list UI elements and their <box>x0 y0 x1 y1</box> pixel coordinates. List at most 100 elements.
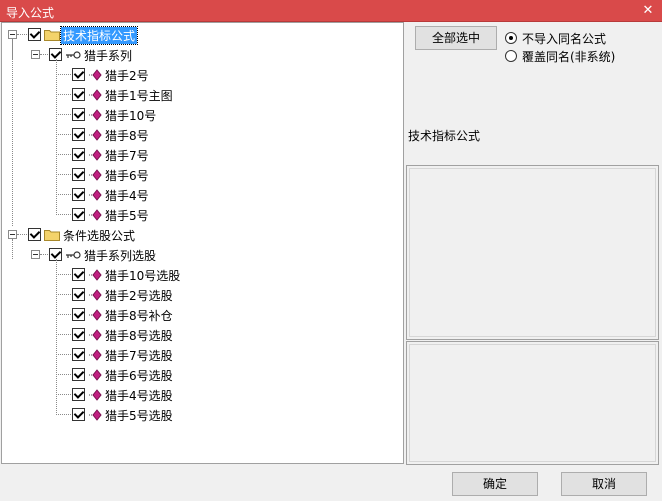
title-bar: 导入公式 ✕ <box>0 0 662 22</box>
tree-group[interactable]: 技术指标公式 <box>2 26 402 46</box>
checkbox[interactable] <box>72 368 85 381</box>
tree-item-label: 猎手10号选股 <box>105 269 181 283</box>
tree-connector <box>40 254 48 256</box>
formula-diamond-icon <box>88 309 102 321</box>
checkbox[interactable] <box>72 308 85 321</box>
radio-button[interactable] <box>505 32 517 44</box>
formula-diamond-icon <box>88 289 102 301</box>
checkbox[interactable] <box>72 208 85 221</box>
collapse-minus-icon[interactable] <box>31 250 40 259</box>
formula-diamond-icon <box>88 89 102 101</box>
tree-item-label: 猎手4号 <box>105 189 149 203</box>
radio-option-skip-duplicates[interactable]: 不导入同名公式 <box>505 30 645 46</box>
description-panel-inner <box>409 168 656 337</box>
folder-icon <box>44 229 60 241</box>
tree-group-label: 技术指标公式 <box>59 26 139 45</box>
tree-connector <box>56 214 71 216</box>
tree-item[interactable]: 猎手8号补仓 <box>2 306 402 326</box>
tree-item[interactable]: 猎手6号 <box>2 166 402 186</box>
radio-option-overwrite[interactable]: 覆盖同名(非系统) <box>505 48 645 64</box>
key-series-icon <box>65 49 81 61</box>
collapse-minus-icon[interactable] <box>31 50 40 59</box>
checkbox[interactable] <box>72 108 85 121</box>
tree-item[interactable]: 猎手6号选股 <box>2 366 402 386</box>
tree-connector <box>56 194 71 196</box>
tree-group[interactable]: 条件选股公式 <box>2 226 402 246</box>
formula-info-label: 技术指标公式 <box>408 129 481 143</box>
tree-item[interactable]: 猎手5号 <box>2 206 402 226</box>
tree-item-label: 猎手8号 <box>105 129 149 143</box>
tree-item[interactable]: 猎手4号选股 <box>2 386 402 406</box>
formula-diamond-icon <box>88 169 102 181</box>
checkbox[interactable] <box>28 228 41 241</box>
tree-item[interactable]: 猎手2号 <box>2 66 402 86</box>
checkbox[interactable] <box>72 148 85 161</box>
tree-connector <box>56 394 71 396</box>
tree-subgroup[interactable]: 猎手系列选股 <box>2 246 402 266</box>
checkbox[interactable] <box>72 188 85 201</box>
tree-connector <box>56 74 71 76</box>
tree-connector <box>56 334 71 336</box>
cancel-button[interactable]: 取消 <box>561 472 647 496</box>
radio-button[interactable] <box>505 50 517 62</box>
tree-item[interactable]: 猎手8号选股 <box>2 326 402 346</box>
tree-item-label: 猎手8号选股 <box>105 329 173 343</box>
tree-item-label: 猎手6号选股 <box>105 369 173 383</box>
formula-diamond-icon <box>88 69 102 81</box>
select-all-button[interactable]: 全部选中 <box>415 26 497 50</box>
checkbox[interactable] <box>72 348 85 361</box>
radio-label: 覆盖同名(非系统) <box>522 50 616 64</box>
tree-item-label: 猎手5号选股 <box>105 409 173 423</box>
tree-connector <box>56 154 71 156</box>
checkbox[interactable] <box>72 128 85 141</box>
formula-diamond-icon <box>88 129 102 141</box>
tree-connector <box>56 174 71 176</box>
tree-item[interactable]: 猎手10号选股 <box>2 266 402 286</box>
formula-tree[interactable]: 技术指标公式猎手系列猎手2号 猎手1号主图猎手10号猎手8号猎手7号猎手6号猎手4… <box>1 22 404 464</box>
checkbox[interactable] <box>72 68 85 81</box>
description-panel <box>406 165 659 340</box>
collapse-minus-icon[interactable] <box>8 30 17 39</box>
tree-item-label: 猎手8号补仓 <box>105 309 173 323</box>
tree-subgroup[interactable]: 猎手系列 <box>2 46 402 66</box>
tree-connector <box>56 134 71 136</box>
folder-icon <box>44 29 60 41</box>
preview-panel-inner <box>409 344 656 462</box>
tree-connector <box>56 259 58 415</box>
tree-item[interactable]: 猎手5号选股 <box>2 406 402 426</box>
checkbox[interactable] <box>72 388 85 401</box>
formula-diamond-icon <box>88 109 102 121</box>
tree-item[interactable]: 猎手8号 <box>2 126 402 146</box>
tree-group-label: 条件选股公式 <box>63 229 136 243</box>
tree-item-label: 猎手5号 <box>105 209 149 223</box>
collapse-minus-icon[interactable] <box>8 230 17 239</box>
tree-subgroup-label: 猎手系列 <box>84 49 133 63</box>
tree-item-label: 猎手6号 <box>105 169 149 183</box>
tree-item[interactable]: 猎手1号主图 <box>2 86 402 106</box>
checkbox[interactable] <box>72 268 85 281</box>
ok-button[interactable]: 确定 <box>452 472 538 496</box>
checkbox[interactable] <box>28 28 41 41</box>
tree-connector <box>12 39 14 226</box>
tree-item[interactable]: 猎手2号选股 <box>2 286 402 306</box>
checkbox[interactable] <box>72 88 85 101</box>
tree-connector <box>56 59 58 215</box>
tree-connector <box>56 114 71 116</box>
close-icon[interactable]: ✕ <box>640 3 656 19</box>
checkbox[interactable] <box>72 168 85 181</box>
checkbox[interactable] <box>72 408 85 421</box>
checkbox[interactable] <box>72 328 85 341</box>
formula-diamond-icon <box>88 269 102 281</box>
tree-connector <box>17 34 27 36</box>
tree-item[interactable]: 猎手4号 <box>2 186 402 206</box>
radio-label: 不导入同名公式 <box>522 32 607 46</box>
tree-item[interactable]: 猎手7号选股 <box>2 346 402 366</box>
tree-item-label: 猎手10号 <box>105 109 157 123</box>
checkbox[interactable] <box>72 288 85 301</box>
tree-connector <box>17 234 27 236</box>
formula-diamond-icon <box>88 329 102 341</box>
tree-item[interactable]: 猎手7号 <box>2 146 402 166</box>
tree-item[interactable]: 猎手10号 <box>2 106 402 126</box>
tree-item-label: 猎手4号选股 <box>105 389 173 403</box>
formula-diamond-icon <box>88 209 102 221</box>
